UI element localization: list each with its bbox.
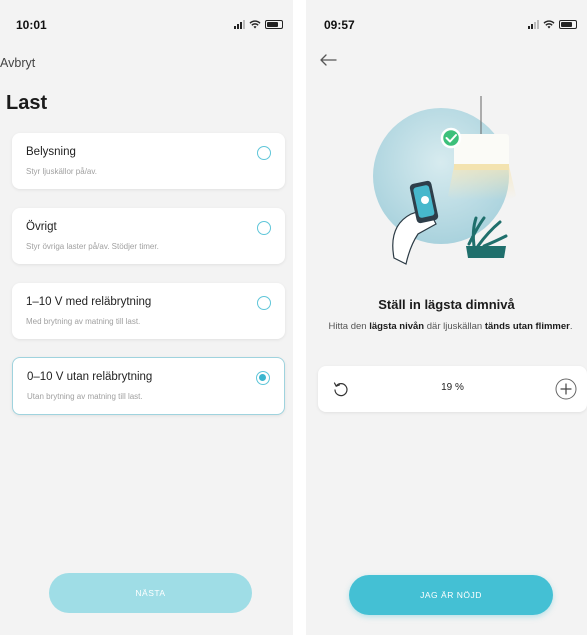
lamp-illustration: [373, 96, 516, 265]
page-title: Last: [6, 92, 48, 114]
option-title: Belysning: [26, 146, 76, 158]
option-subtitle: Med brytning av matning till last.: [26, 317, 141, 326]
cancel-link[interactable]: Avbryt: [0, 56, 35, 70]
status-bar: 10:01: [0, 18, 293, 38]
option-title: 0–10 V utan reläbrytning: [27, 371, 153, 383]
option-card-belysning[interactable]: Belysning Styr ljuskällor på/av.: [12, 133, 285, 189]
done-button[interactable]: JAG ÄR NÖJD: [349, 575, 553, 615]
wifi-icon: [543, 20, 555, 29]
option-subtitle: Styr ljuskällor på/av.: [26, 167, 97, 176]
radio-button[interactable]: [257, 296, 271, 310]
signal-icon: [234, 20, 245, 29]
battery-icon: [265, 20, 283, 29]
plus-icon[interactable]: [555, 378, 577, 400]
back-arrow-icon[interactable]: [318, 52, 338, 68]
status-icons: [234, 20, 283, 29]
radio-button-selected[interactable]: [256, 371, 270, 385]
status-time: 09:57: [324, 18, 355, 32]
radio-button[interactable]: [257, 146, 271, 160]
load-type-screen: 10:01 Avbryt Last Belysning Styr ljuskäl…: [0, 0, 293, 635]
battery-icon: [559, 20, 577, 29]
dim-heading: Ställ in lägsta dimnivå: [378, 297, 515, 312]
option-subtitle: Styr övriga laster på/av. Stödjer timer.: [26, 242, 159, 251]
wifi-icon: [249, 20, 261, 29]
option-title: Övrigt: [26, 221, 57, 233]
option-title: 1–10 V med reläbrytning: [26, 296, 152, 308]
dim-description: Hitta den lägsta nivån där ljuskällan tä…: [328, 321, 573, 332]
option-card-ovrigt[interactable]: Övrigt Styr övriga laster på/av. Stödjer…: [12, 208, 285, 264]
status-bar: 09:57: [306, 18, 587, 38]
dim-level-screen: 09:57 Ställ in lägsta dimnivå Hitta den …: [306, 0, 587, 635]
option-card-0-10v[interactable]: 0–10 V utan reläbrytning Utan brytning a…: [12, 357, 285, 415]
dim-level-value: 19 %: [441, 382, 464, 393]
status-time: 10:01: [16, 18, 47, 32]
page: 10:01 Avbryt Last Belysning Styr ljuskäl…: [0, 0, 587, 635]
check-icon: [440, 127, 462, 149]
option-card-1-10v[interactable]: 1–10 V med reläbrytning Med brytning av …: [12, 283, 285, 339]
next-button[interactable]: NÄSTA: [49, 573, 252, 613]
signal-icon: [528, 20, 539, 29]
status-icons: [528, 20, 577, 29]
dim-level-stepper: 19 %: [318, 366, 587, 412]
radio-button[interactable]: [257, 221, 271, 235]
option-subtitle: Utan brytning av matning till last.: [27, 392, 143, 401]
